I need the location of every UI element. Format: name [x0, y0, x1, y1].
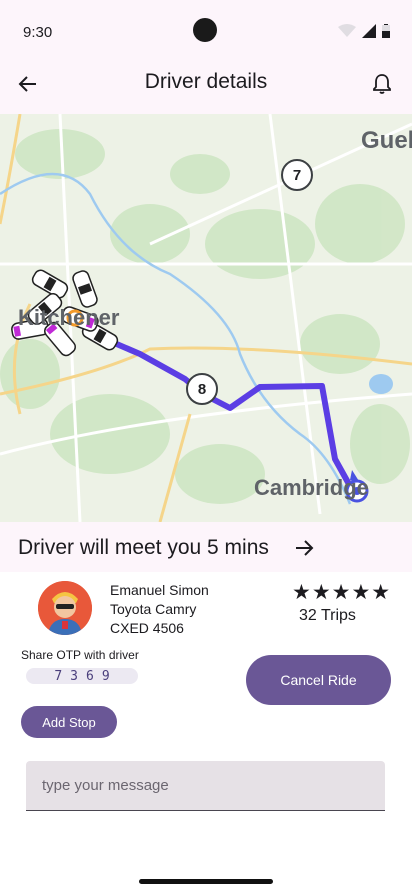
route-badge: 8	[186, 373, 218, 405]
route-map[interactable]: Guel Kitchener Cambridge 7 8	[0, 114, 412, 522]
page-title: Driver details	[144, 70, 268, 93]
app-bar: Driver details	[0, 58, 412, 114]
home-indicator[interactable]	[139, 879, 273, 884]
map-label-city-east: Cambridge	[254, 475, 369, 500]
status-bar: 9:30	[0, 0, 412, 58]
map-label-city-west: Kitchener	[18, 305, 120, 330]
otp-code: 7369	[26, 668, 138, 684]
arrow-right-icon[interactable]	[292, 535, 318, 561]
driver-plate-number: CXED 4506	[110, 620, 184, 636]
camera-cutout	[193, 18, 217, 42]
rating-stars-icon: ★★★★★	[292, 581, 392, 604]
wifi-icon	[338, 24, 356, 37]
driver-car-model: Toyota Camry	[110, 601, 197, 617]
trip-count: 32 Trips	[299, 607, 356, 624]
driver-avatar	[38, 581, 92, 635]
eta-text: Driver will meet you 5 mins	[18, 536, 269, 559]
status-icons	[338, 24, 390, 38]
driver-name: Emanuel Simon	[110, 582, 209, 598]
route-badge: 7	[281, 159, 313, 191]
otp-label: Share OTP with driver	[21, 648, 139, 662]
notification-bell-icon[interactable]	[368, 70, 396, 98]
cancel-ride-button[interactable]: Cancel Ride	[246, 655, 391, 705]
status-time: 9:30	[23, 24, 53, 41]
message-input[interactable]	[26, 761, 385, 811]
signal-icon	[362, 24, 376, 38]
eta-banner[interactable]: Driver will meet you 5 mins	[0, 522, 412, 572]
battery-icon	[382, 24, 390, 38]
map-label-city-north: Guel	[361, 127, 412, 154]
add-stop-button[interactable]: Add Stop	[21, 706, 117, 738]
